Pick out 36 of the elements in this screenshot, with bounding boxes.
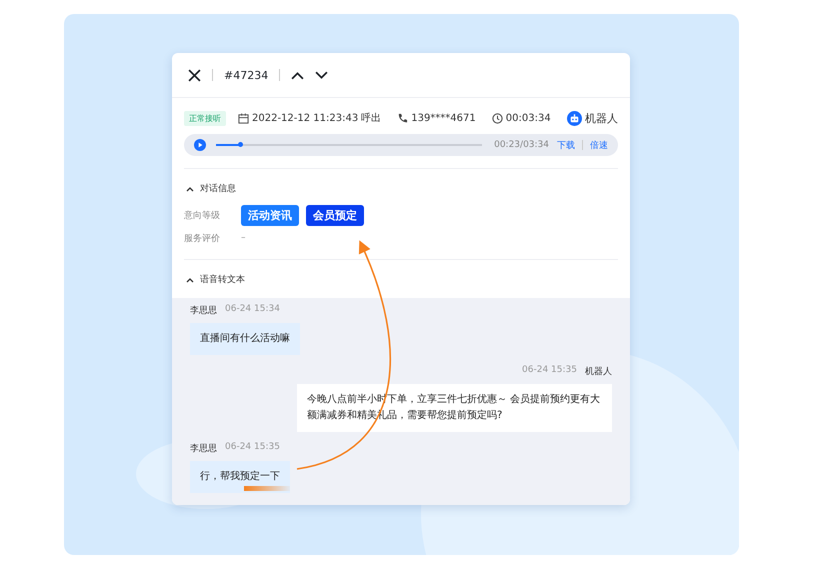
chevron-icon [186,186,194,192]
playback-time: 00:23/03:34 [494,140,549,150]
message-bubble: 行，帮我预定一下 [190,461,290,493]
message-time: 06-24 15:34 [225,304,280,316]
intent-tag: 会员预定 [306,204,364,226]
sender-name: 机器人 [585,366,612,378]
progress-thumb[interactable] [238,142,243,147]
calendar-icon [238,112,249,124]
agent-name: 机器人 [585,110,618,126]
message-time: 06-24 15:35 [522,365,577,377]
sender-name: 李思思 [190,442,217,455]
speed-link[interactable]: 倍速 [590,138,608,152]
section-toggle[interactable]: 语音转文本 [184,273,618,286]
field-value: – [241,233,246,243]
ticket-number: #47234 [224,68,268,82]
phone-icon [397,112,408,124]
chevron-up-icon[interactable] [291,70,304,80]
intent-tag: 活动资讯 [241,204,299,226]
play-icon[interactable] [194,139,206,151]
field-label: 服务评价 [184,232,221,244]
call-direction: 呼出 [361,112,382,125]
section-toggle[interactable]: 对话信息 [184,182,618,195]
download-link[interactable]: 下载 [557,138,575,152]
sender-name: 李思思 [190,304,217,317]
message-bubble: 直播间有什么活动嘛 [190,323,300,355]
chevron-down-icon[interactable] [315,70,328,80]
phone-number: 139****4671 [411,112,476,124]
call-duration: 00:03:34 [506,112,551,124]
chevron-icon [186,276,194,282]
status-badge: 正常接听 [184,110,226,126]
call-datetime: 2022-12-12 11:23:43 [252,112,358,124]
message-time: 06-24 15:35 [225,442,280,454]
clock-icon [492,112,503,124]
close-icon[interactable] [188,68,201,82]
field-label: 意向等级 [184,210,221,222]
robot-icon [567,110,582,126]
